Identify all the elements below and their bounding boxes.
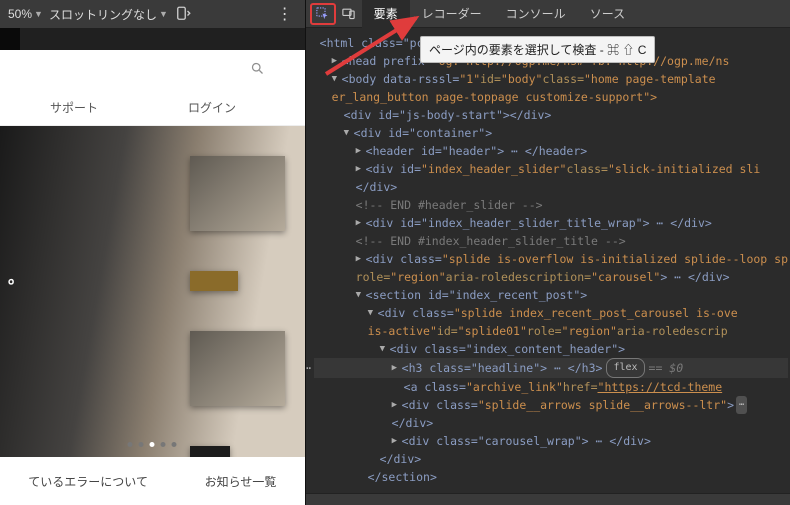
- dom-line[interactable]: </div>: [314, 414, 788, 432]
- hero-caption: 。: [8, 264, 24, 288]
- dom-line[interactable]: </div>: [314, 178, 788, 196]
- device-frame-bar: [0, 28, 305, 50]
- dom-line-selected[interactable]: ⋯ <h3 class="headline"> ⋯ </h3> flex == …: [314, 358, 788, 378]
- zoom-value: 50%: [8, 7, 32, 21]
- dom-line[interactable]: <!-- END #index_header_slider_title -->: [314, 232, 788, 250]
- toggle-icon[interactable]: [356, 250, 366, 268]
- thumb-label: [190, 271, 238, 291]
- search-icon[interactable]: [250, 61, 265, 79]
- toggle-icon[interactable]: [356, 214, 366, 232]
- chevron-down-icon: ▼: [34, 9, 43, 19]
- tab-source[interactable]: ソース: [578, 0, 637, 28]
- site-preview: サポート ログイン 。 ているエラーについて お知らせ一覧: [0, 50, 305, 505]
- flex-badge[interactable]: flex: [606, 358, 644, 378]
- dom-line[interactable]: <header id="header"> ⋯ </header>: [314, 142, 788, 160]
- hero-thumbnails: [190, 156, 285, 457]
- toggle-icon[interactable]: [356, 286, 366, 304]
- line-actions-icon[interactable]: ⋯: [306, 359, 311, 377]
- tab-console[interactable]: コンソール: [494, 0, 578, 28]
- inspect-tooltip: ページ内の要素を選択して検査 - ⌘ ⇧ C: [420, 36, 655, 63]
- preview-nav: サポート ログイン: [0, 90, 305, 126]
- device-mode-button[interactable]: [336, 3, 362, 25]
- throttling-value: スロットリングなし: [49, 6, 157, 23]
- dom-line[interactable]: <div id="js-body-start"></div>: [314, 106, 788, 124]
- tab-elements[interactable]: 要素: [362, 0, 410, 28]
- thumb: [190, 446, 230, 457]
- nav-support[interactable]: サポート: [50, 99, 98, 116]
- dom-line[interactable]: <div id="container">: [314, 124, 788, 142]
- eq0-marker: == $0: [649, 359, 684, 377]
- toggle-icon[interactable]: [344, 124, 354, 142]
- dom-line[interactable]: <div id="index_header_slider_title_wrap"…: [314, 214, 788, 232]
- preview-bottom-links: ているエラーについて お知らせ一覧: [0, 457, 305, 505]
- dom-line[interactable]: <body data-rsssl="1" id="body" class="ho…: [314, 70, 788, 88]
- toggle-icon[interactable]: [392, 359, 402, 377]
- device-toolbar: 50% ▼ スロットリングなし ▼ ⋮: [0, 0, 305, 28]
- zoom-dropdown[interactable]: 50% ▼: [8, 7, 43, 21]
- thumb: [190, 331, 285, 406]
- dom-line[interactable]: er_lang_button page-toppage customize-su…: [314, 88, 788, 106]
- preview-topbar: [0, 50, 305, 90]
- dom-line[interactable]: <a class="archive_link" href="https://tc…: [314, 378, 788, 396]
- devtools-tabs: 要素 レコーダー コンソール ソース: [306, 0, 790, 28]
- dom-line[interactable]: </div>: [314, 450, 788, 468]
- dom-line[interactable]: </section>: [314, 468, 788, 486]
- hero-slider[interactable]: 。: [0, 126, 305, 457]
- dom-tree[interactable]: <html class="pc" lang="ja"> <head prefix…: [306, 28, 790, 493]
- dom-line[interactable]: role="region" aria-roledescription="caro…: [314, 268, 788, 286]
- dom-line[interactable]: is-active" id="splide01" role="region" a…: [314, 322, 788, 340]
- rotate-device-button[interactable]: [174, 5, 192, 23]
- breadcrumb-bar[interactable]: [306, 493, 790, 505]
- dom-line[interactable]: <div class="index_content_header">: [314, 340, 788, 358]
- chevron-down-icon: ▼: [159, 9, 168, 19]
- bottom-link-right[interactable]: お知らせ一覧: [205, 473, 277, 490]
- throttling-dropdown[interactable]: スロットリングなし ▼: [49, 6, 168, 23]
- toggle-icon[interactable]: [380, 340, 390, 358]
- toggle-icon[interactable]: [392, 396, 402, 414]
- dom-line[interactable]: <section id="index_recent_post">: [314, 286, 788, 304]
- thumb: [190, 156, 285, 231]
- toggle-icon[interactable]: [368, 304, 378, 322]
- dom-line[interactable]: <!-- END #header_slider -->: [314, 196, 788, 214]
- more-menu-button[interactable]: ⋮: [273, 4, 297, 24]
- tab-recorder[interactable]: レコーダー: [410, 0, 494, 28]
- dom-line[interactable]: <div class="splide index_recent_post_car…: [314, 304, 788, 322]
- toggle-icon[interactable]: [392, 432, 402, 450]
- slider-dots[interactable]: [128, 442, 177, 447]
- dom-line[interactable]: <div id="index_header_slider" class="sli…: [314, 160, 788, 178]
- dom-line[interactable]: <div class="splide is-overflow is-initia…: [314, 250, 788, 268]
- dom-line[interactable]: <div class="splide__arrows splide__arrow…: [314, 396, 788, 414]
- bottom-link-left[interactable]: ているエラーについて: [28, 473, 148, 490]
- inspect-element-button[interactable]: [310, 3, 336, 25]
- nav-login[interactable]: ログイン: [188, 99, 236, 116]
- toggle-icon[interactable]: [332, 70, 342, 88]
- toggle-icon[interactable]: [356, 142, 366, 160]
- dom-line[interactable]: <div class="carousel_wrap"> ⋯ </div>: [314, 432, 788, 450]
- toggle-icon[interactable]: [356, 160, 366, 178]
- toggle-icon[interactable]: [332, 52, 342, 70]
